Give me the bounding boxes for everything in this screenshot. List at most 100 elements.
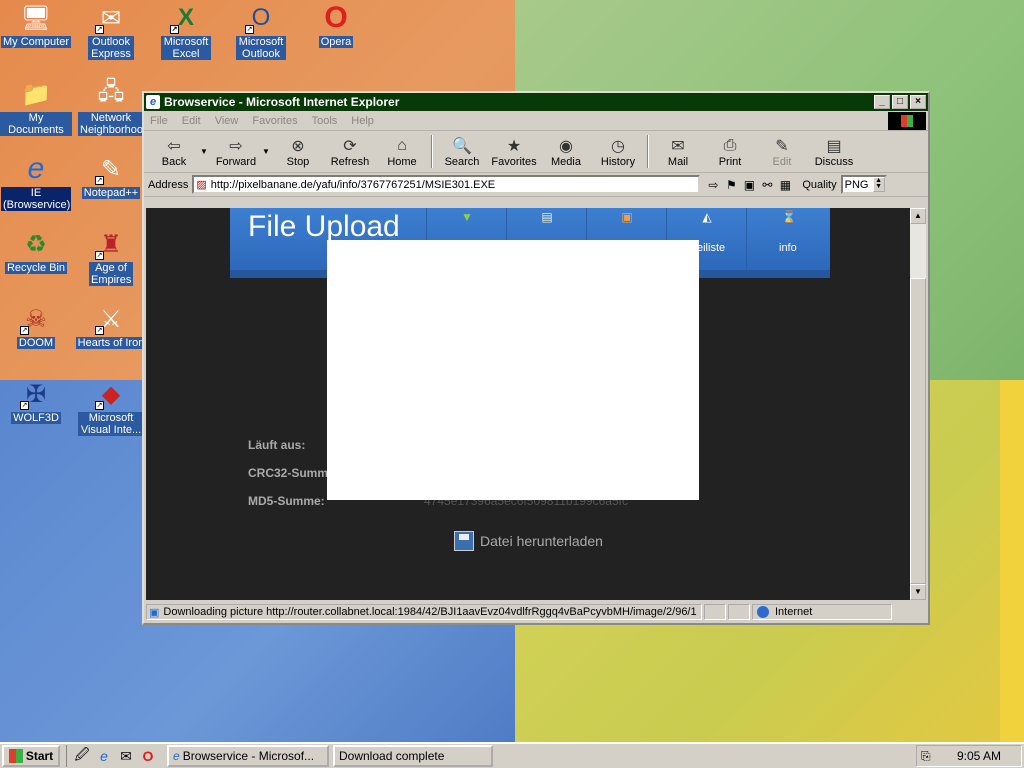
outlook-express-icon[interactable]: ✉ — [115, 748, 137, 765]
desktop-icon-label: Outlook Express — [88, 36, 134, 60]
desktop-icon-age-of-empires[interactable]: ♜ ↗ Age of Empires — [75, 228, 147, 286]
maximize-button[interactable]: □ — [892, 95, 908, 109]
refresh-icon: ⟳ — [343, 137, 357, 155]
search-button[interactable]: 🔍 Search — [436, 131, 488, 172]
desktop-icon-visual-interdev[interactable]: ◆ ↗ Microsoft Visual Inte... — [75, 378, 147, 436]
print-button[interactable]: ⎙ Print — [704, 131, 756, 172]
chevron-down-icon: ▲ ▼ — [872, 177, 885, 192]
history-icon: ◷ — [611, 137, 625, 155]
menu-favorites[interactable]: Favorites — [252, 115, 297, 127]
desktop-icon-doom[interactable]: ☠ ↗ DOOM — [0, 303, 72, 349]
desktop-icon-label: Microsoft Visual Inte... — [78, 412, 144, 436]
printer-icon: ⎙ — [723, 136, 737, 154]
ie-window[interactable]: e Browservice - Microsoft Internet Explo… — [142, 91, 930, 625]
wolf3d-icon: ✠ ↗ — [20, 380, 47, 410]
scroll-down-icon[interactable]: ▼ — [910, 584, 926, 600]
system-tray: ⎘ 9:05 AM — [916, 745, 1022, 767]
quick-launch: 🖉 e ✉ O — [66, 745, 159, 767]
desktop-icon-label: Recycle Bin — [4, 262, 68, 274]
menu-help[interactable]: Help — [351, 115, 374, 127]
desktop-icon-my-documents[interactable]: 📁 My Documents — [0, 78, 72, 136]
book-icon: ◭ — [702, 210, 712, 224]
forward-button[interactable]: ⇨ Forward — [210, 131, 262, 172]
desktop-icon-outlook-express[interactable]: ✉ ↗ Outlook Express — [75, 2, 147, 60]
discuss-button[interactable]: ▤ Discuss — [808, 131, 860, 172]
address-tools: ⇨ ⚑ ▣ ⚯ ▦ — [704, 178, 794, 192]
close-button[interactable]: × — [910, 95, 926, 109]
crc32-label: CRC32-Summe: — [248, 466, 339, 480]
stop-icon: ⊗ — [291, 137, 305, 155]
desktop-icon-label: Microsoft Outlook — [236, 36, 286, 60]
desktop-icon-label: Notepad++ — [81, 187, 141, 199]
menu-bar: File Edit View Favorites Tools Help — [144, 111, 928, 131]
desktop-icon-excel[interactable]: X ↗ Microsoft Excel — [150, 2, 222, 60]
scroll-thumb[interactable] — [910, 278, 926, 584]
menu-tools[interactable]: Tools — [312, 115, 338, 127]
show-desktop-icon[interactable]: 🖉 — [71, 744, 93, 768]
favorites-button[interactable]: ★ Favorites — [488, 131, 540, 172]
menu-view[interactable]: View — [215, 115, 239, 127]
desktop-icon-outlook[interactable]: O ↗ Microsoft Outlook — [225, 2, 297, 60]
desktop-icon-hearts-of-iron[interactable]: ⚔ ↗ Hearts of Iron — [75, 303, 147, 349]
outlook-express-icon: ✉ ↗ — [95, 4, 122, 34]
clipboard-icon[interactable]: ▦ — [776, 178, 794, 192]
go-arrow-icon[interactable]: ⇨ — [704, 178, 722, 192]
bookmark-icon[interactable]: ⚑ — [722, 178, 740, 192]
address-input[interactable]: ▨ http://pixelbanane.de/yafu/info/376776… — [192, 175, 701, 194]
quality-select[interactable]: PNG ▲ ▼ — [840, 175, 887, 194]
internet-explorer-icon[interactable]: e — [93, 748, 115, 764]
desktop-icon-my-computer[interactable]: 🖥 My Computer — [0, 2, 72, 48]
discuss-icon: ▤ — [826, 137, 842, 155]
desktop-icon-recycle-bin[interactable]: ♻ Recycle Bin — [0, 228, 72, 274]
excel-icon: X ↗ — [170, 4, 194, 34]
task-download-complete[interactable]: Download complete — [333, 745, 493, 767]
page-view-icon[interactable]: ▣ — [740, 178, 758, 192]
network-icon: 🖧 — [97, 77, 125, 105]
vertical-scrollbar[interactable]: ▲ ▼ — [910, 208, 926, 600]
network-tray-icon[interactable]: ⎘ — [921, 749, 937, 763]
refresh-button[interactable]: ⟳ Refresh — [324, 131, 376, 172]
minimize-button[interactable]: _ — [874, 95, 890, 109]
page-icon: ▨ — [196, 179, 207, 191]
nav-info[interactable]: ⌛ info — [746, 208, 830, 274]
computer-icon: 🖥 — [20, 4, 52, 32]
ie-task-icon: e — [173, 749, 180, 763]
scroll-up-icon[interactable]: ▲ — [910, 208, 926, 224]
globe-icon — [757, 606, 769, 618]
recycle-bin-icon: ♻ — [25, 230, 47, 258]
back-dropdown[interactable]: ▼ — [200, 131, 210, 172]
edit-button[interactable]: ✎ Edit — [756, 131, 808, 172]
media-button[interactable]: ◉ Media — [540, 131, 592, 172]
download-link[interactable]: Datei herunterladen — [454, 531, 603, 551]
start-button[interactable]: Start — [2, 745, 60, 767]
taskbar: Start 🖉 e ✉ O e Browservice - Microsof..… — [0, 742, 1024, 768]
mail-icon: ✉ — [671, 137, 685, 155]
desktop-icon-wolf3d[interactable]: ✠ ↗ WOLF3D — [0, 378, 72, 424]
forward-dropdown[interactable]: ▼ — [262, 131, 272, 172]
window-title: Browservice - Microsoft Internet Explore… — [164, 95, 400, 109]
history-button[interactable]: ◷ History — [592, 131, 644, 172]
menu-file[interactable]: File — [150, 115, 168, 127]
task-browservice[interactable]: e Browservice - Microsof... — [167, 745, 329, 767]
opera-icon[interactable]: O — [137, 748, 159, 764]
back-button[interactable]: ⇦ Back — [148, 131, 200, 172]
menu-edit[interactable]: Edit — [182, 115, 201, 127]
desktop-icon-ie[interactable]: e IE (Browservice) — [0, 152, 72, 211]
desktop-icon-notepadpp[interactable]: ✎ ↗ Notepad++ — [75, 153, 147, 199]
desktop-icon-network[interactable]: 🖧 Network Neighborhood — [75, 77, 150, 136]
page-viewport[interactable]: File Upload ▼ ▤ ▣ ◭ eiliste ⌛ info Läuft… — [146, 208, 910, 600]
document-icon: ▤ — [541, 210, 553, 224]
home-icon: ⌂ — [397, 136, 407, 154]
security-zone: Internet — [752, 604, 892, 620]
desktop-icon-opera[interactable]: O Opera — [300, 1, 372, 48]
window-titlebar[interactable]: e Browservice - Microsoft Internet Explo… — [144, 93, 928, 111]
clock[interactable]: 9:05 AM — [957, 749, 1001, 763]
status-text: ▣ Downloading picture http://router.coll… — [146, 604, 702, 620]
desktop-icon-label: Network Neighborhood — [78, 112, 150, 136]
md5-label: MD5-Summe: — [248, 494, 325, 508]
favorites-icon: ★ — [506, 137, 522, 155]
home-button[interactable]: ⌂ Home — [376, 131, 428, 172]
mail-button[interactable]: ✉ Mail — [652, 131, 704, 172]
stop-button[interactable]: ⊗ Stop — [272, 131, 324, 172]
find-icon[interactable]: ⚯ — [758, 178, 776, 192]
